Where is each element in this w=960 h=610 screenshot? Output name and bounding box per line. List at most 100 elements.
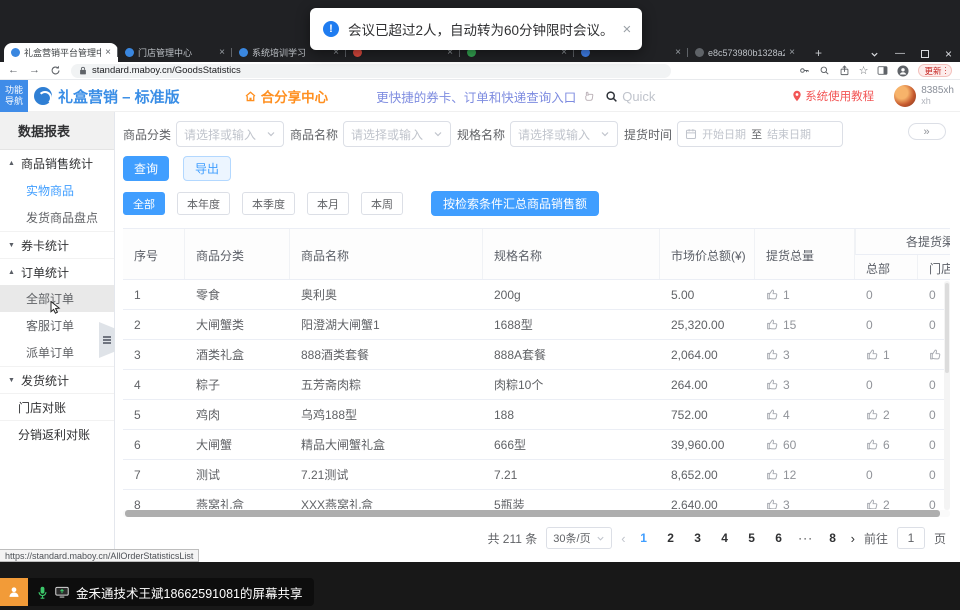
filter-select[interactable]: 请选择或输入: [176, 121, 284, 147]
range-tab[interactable]: 本季度: [242, 192, 295, 215]
pickup-count: 0: [929, 288, 936, 302]
page-number[interactable]: 1: [635, 531, 653, 545]
tab-title: 门店管理中心: [138, 46, 215, 59]
share-icon[interactable]: [839, 65, 850, 76]
microphone-icon[interactable]: [37, 586, 48, 599]
sidebar-group-item[interactable]: ▼发货统计: [0, 366, 114, 393]
share-status-text: 金禾通技术王斌18662591081的屏幕共享: [76, 583, 302, 602]
vertical-scrollbar[interactable]: [944, 281, 950, 510]
table-row: 8燕窝礼盒XXX燕窝礼盒5瓶装2,640.00320: [123, 490, 950, 509]
browser-toolbar: ← → standard.maboy.cn/GoodsStatistics ☆ …: [0, 62, 960, 80]
back-icon[interactable]: ←: [8, 65, 19, 76]
tab-search-chevron-icon[interactable]: [870, 50, 879, 59]
cell-total: 12: [755, 468, 855, 482]
nav-toggle-button[interactable]: 功能导航: [0, 80, 28, 112]
sidebar-item[interactable]: 分销返利对账: [0, 420, 114, 447]
cell-idx: 5: [123, 408, 185, 422]
user-menu[interactable]: 8385xh xh: [894, 85, 954, 107]
chrome-update-button[interactable]: 更新: [918, 64, 952, 77]
next-page-icon[interactable]: ›: [851, 531, 855, 546]
app-logo-icon: [34, 87, 52, 105]
pickup-count: 0: [929, 498, 936, 510]
sidebar-item[interactable]: 实物商品: [0, 177, 114, 204]
pickup-count: 15: [783, 318, 796, 332]
quick-search[interactable]: Quick: [605, 89, 655, 104]
browser-tab[interactable]: e8c573980b1328a258fd2e6f8×: [688, 43, 802, 62]
goto-page-input[interactable]: [897, 527, 925, 549]
share-center-link[interactable]: 合分享中心: [244, 86, 329, 106]
cell-category: 鸡肉: [185, 406, 290, 423]
range-tab[interactable]: 本周: [361, 192, 403, 215]
date-range-picker[interactable]: 开始日期 至 结束日期: [677, 121, 843, 147]
key-icon[interactable]: [799, 65, 810, 76]
share-status-bar: 金禾通技术王斌18662591081的屏幕共享: [28, 578, 314, 606]
page-number[interactable]: 2: [662, 531, 680, 545]
thumb-up-icon: [866, 438, 879, 451]
filter-group: 商品名称请选择或输入: [290, 121, 451, 147]
screen-share-icon[interactable]: [55, 586, 69, 598]
filter-bar: 商品分类请选择或输入商品名称请选择或输入规格名称请选择或输入 提货时间 开始日期…: [123, 120, 950, 148]
page-ellipsis[interactable]: ···: [797, 531, 815, 545]
tab-title: 礼盒营销平台管理中心: [24, 46, 101, 59]
sidebar-group-item[interactable]: ▲商品销售统计: [0, 150, 114, 177]
bookmark-star-icon[interactable]: ☆: [859, 64, 869, 77]
status-url-tooltip: https://standard.maboy.cn/AllOrderStatis…: [0, 549, 199, 562]
sidebar-group-item[interactable]: ▲订单统计: [0, 258, 114, 285]
browser-tab[interactable]: 礼盒营销平台管理中心 ×: [4, 43, 118, 62]
sidebar-item[interactable]: 门店对账: [0, 393, 114, 420]
range-tab[interactable]: 本月: [307, 192, 349, 215]
zoom-icon[interactable]: [819, 65, 830, 76]
new-tab-button[interactable]: +: [812, 46, 825, 59]
pickup-count: 0: [929, 408, 936, 422]
forward-icon[interactable]: →: [29, 65, 40, 76]
filters-collapse-button[interactable]: »: [908, 123, 946, 140]
sidebar-item-label: 派单订单: [26, 344, 74, 361]
range-tab[interactable]: 全部: [123, 192, 165, 215]
summary-button[interactable]: 按检索条件汇总商品销售额: [431, 191, 599, 216]
cell-category: 测试: [185, 466, 290, 483]
profile-avatar-icon[interactable]: [897, 65, 909, 77]
sidebar-item[interactable]: 发货商品盘点: [0, 204, 114, 231]
browser-tab[interactable]: 门店管理中心 ×: [118, 43, 232, 62]
minimize-button[interactable]: —: [895, 49, 905, 59]
toast-close-icon[interactable]: ×: [623, 22, 632, 37]
page-number[interactable]: 4: [716, 531, 734, 545]
screen: 礼盒营销平台管理中心×门店管理中心×系统培训学习××××e8c573980b13…: [0, 0, 960, 610]
reload-icon[interactable]: [50, 65, 61, 76]
address-bar[interactable]: standard.maboy.cn/GoodsStatistics: [71, 64, 671, 78]
tab-close-icon[interactable]: ×: [219, 48, 225, 57]
page-number[interactable]: 8: [824, 531, 842, 545]
participant-icon[interactable]: [0, 578, 28, 606]
tab-close-icon[interactable]: ×: [675, 48, 681, 57]
page-number[interactable]: 6: [770, 531, 788, 545]
cell-name: 五芳斋肉粽: [290, 376, 483, 393]
page-size-select[interactable]: 30条/页: [546, 527, 612, 549]
prev-page-icon[interactable]: ‹: [621, 531, 625, 546]
sidebar-item[interactable]: 派单订单: [0, 339, 114, 366]
window-close-button[interactable]: ×: [945, 49, 952, 59]
menu-dots-icon: [945, 67, 947, 75]
tab-close-icon[interactable]: ×: [789, 48, 795, 57]
share-center-label: 合分享中心: [261, 86, 329, 106]
tab-close-icon[interactable]: ×: [105, 48, 111, 57]
cell-idx: 1: [123, 288, 185, 302]
maximize-button[interactable]: [921, 50, 929, 58]
cell-price: 2,064.00: [660, 348, 755, 362]
page-numbers: 123456 ··· 8: [635, 531, 842, 545]
filter-select[interactable]: 请选择或输入: [510, 121, 618, 147]
page-number[interactable]: 5: [743, 531, 761, 545]
tutorial-link[interactable]: 系统使用教程: [792, 88, 874, 104]
thumb-up-icon: [766, 468, 779, 481]
export-button[interactable]: 导出: [183, 156, 231, 181]
filter-select[interactable]: 请选择或输入: [343, 121, 451, 147]
page-number[interactable]: 3: [689, 531, 707, 545]
filter-label: 商品分类: [123, 126, 171, 143]
cell-idx: 2: [123, 318, 185, 332]
column-header: 商品名称: [290, 229, 483, 280]
sidebar-group-item[interactable]: ▼券卡统计: [0, 231, 114, 258]
horizontal-scrollbar[interactable]: [123, 510, 950, 517]
query-button[interactable]: 查询: [123, 156, 169, 181]
side-panel-icon[interactable]: [877, 65, 888, 76]
cell-name: XXX燕窝礼盒: [290, 496, 483, 509]
range-tab[interactable]: 本年度: [177, 192, 230, 215]
